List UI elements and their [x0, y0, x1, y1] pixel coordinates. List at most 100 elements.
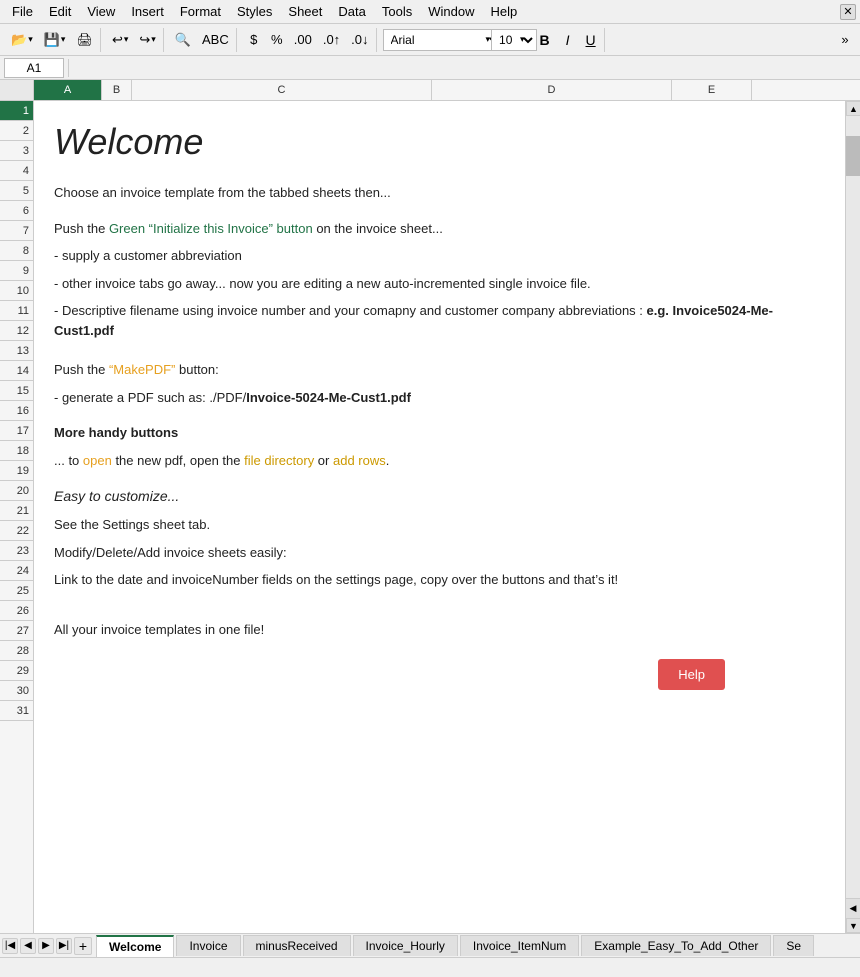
col-header-D[interactable]: D	[432, 80, 672, 100]
decimal-button[interactable]: .00	[289, 28, 317, 52]
find-button[interactable]: 🔍	[170, 28, 196, 52]
menu-view[interactable]: View	[79, 2, 123, 21]
tab-minus-received[interactable]: minusReceived	[243, 935, 351, 956]
col-header-B[interactable]: B	[102, 80, 132, 100]
row-header-10[interactable]: 10	[0, 281, 33, 301]
tab-invoice-hourly[interactable]: Invoice_Hourly	[353, 935, 458, 956]
more-toolbar-button[interactable]: »	[834, 28, 856, 52]
menu-file[interactable]: File	[4, 2, 41, 21]
tab-last-button[interactable]: ▶|	[56, 938, 72, 954]
row-header-31[interactable]: 31	[0, 701, 33, 721]
row-header-29[interactable]: 29	[0, 661, 33, 681]
all-templates-section: All your invoice templates in one file!	[54, 620, 825, 640]
row-header-2[interactable]: 2	[0, 121, 33, 141]
menu-format[interactable]: Format	[172, 2, 229, 21]
bullet1-text: - supply a customer abbreviation	[54, 246, 825, 266]
font-size-select[interactable]: 10	[491, 29, 537, 51]
row-header-27[interactable]: 27	[0, 621, 33, 641]
font-select[interactable]: Arial	[383, 29, 503, 51]
section1: Push the Green “Initialize this Invoice”…	[54, 219, 825, 341]
row-header-11[interactable]: 11	[0, 301, 33, 321]
close-button[interactable]: ✕	[840, 4, 856, 20]
row-header-8[interactable]: 8	[0, 241, 33, 261]
row-header-30[interactable]: 30	[0, 681, 33, 701]
menu-tools[interactable]: Tools	[374, 2, 420, 21]
row-header-24[interactable]: 24	[0, 561, 33, 581]
handy-text: ... to open the new pdf, open the file d…	[54, 451, 825, 471]
row-header-21[interactable]: 21	[0, 501, 33, 521]
section2: Push the “MakePDF” button: - generate a …	[54, 360, 825, 407]
help-button[interactable]: Help	[658, 659, 725, 690]
italic-button[interactable]: I	[557, 28, 579, 52]
row-header-7[interactable]: 7	[0, 221, 33, 241]
row-header-14[interactable]: 14	[0, 361, 33, 381]
row-header-16[interactable]: 16	[0, 401, 33, 421]
scroll-down-button[interactable]: ▼	[846, 918, 860, 933]
row-header-19[interactable]: 19	[0, 461, 33, 481]
print-button[interactable]: 🖨	[71, 28, 98, 52]
row-header-9[interactable]: 9	[0, 261, 33, 281]
bullet4-text: - generate a PDF such as: ./PDF/Invoice-…	[54, 388, 825, 408]
row-header-26[interactable]: 26	[0, 601, 33, 621]
col-header-E[interactable]: E	[672, 80, 752, 100]
bullet3-text: - Descriptive filename using invoice num…	[54, 301, 825, 340]
row-header-23[interactable]: 23	[0, 541, 33, 561]
spelling-button[interactable]: ABC	[197, 28, 234, 52]
undo-button[interactable]: ↩▾	[107, 28, 133, 52]
scroll-track[interactable]	[846, 116, 860, 898]
row-header-13[interactable]: 13	[0, 341, 33, 361]
row-header-20[interactable]: 20	[0, 481, 33, 501]
easy-heading: Easy to customize...	[54, 486, 825, 507]
scroll-up-button[interactable]: ▲	[846, 101, 860, 116]
bold-button[interactable]: B	[534, 28, 556, 52]
tab-prev-button[interactable]: ◀	[20, 938, 36, 954]
redo-button[interactable]: ↪▾	[134, 28, 160, 52]
menu-window[interactable]: Window	[420, 2, 482, 21]
percent-button[interactable]: %	[266, 28, 288, 52]
tab-se[interactable]: Se	[773, 935, 814, 956]
menu-styles[interactable]: Styles	[229, 2, 280, 21]
tab-example-easy[interactable]: Example_Easy_To_Add_Other	[581, 935, 771, 956]
save-button[interactable]: 💾▾	[39, 28, 71, 52]
open-button[interactable]: 📂▾	[6, 28, 38, 52]
menu-insert[interactable]: Insert	[123, 2, 172, 21]
row-header-18[interactable]: 18	[0, 441, 33, 461]
decimal-remove-button[interactable]: .0↓	[346, 28, 373, 52]
tab-invoice[interactable]: Invoice	[176, 935, 240, 956]
row-header-5[interactable]: 5	[0, 181, 33, 201]
row-header-4[interactable]: 4	[0, 161, 33, 181]
file-toolbar-group: 📂▾ 💾▾ 🖨	[4, 28, 101, 52]
add-sheet-button[interactable]: +	[74, 937, 92, 955]
format-toolbar-group: $ % .00 .0↑ .0↓	[241, 28, 377, 52]
open-link: open	[83, 453, 112, 468]
modify-text: Modify/Delete/Add invoice sheets easily:	[54, 543, 825, 563]
row-header-17[interactable]: 17	[0, 421, 33, 441]
currency-button[interactable]: $	[243, 28, 265, 52]
scroll-thumb[interactable]	[846, 136, 860, 176]
row-header-22[interactable]: 22	[0, 521, 33, 541]
menu-data[interactable]: Data	[330, 2, 373, 21]
tab-invoice-itemnum[interactable]: Invoice_ItemNum	[460, 935, 579, 956]
tab-next-button[interactable]: ▶	[38, 938, 54, 954]
name-box[interactable]	[4, 58, 64, 78]
row-header-12[interactable]: 12	[0, 321, 33, 341]
resize-handle[interactable]: ◀	[846, 898, 860, 918]
row-header-25[interactable]: 25	[0, 581, 33, 601]
tab-welcome[interactable]: Welcome	[96, 935, 174, 957]
col-header-C[interactable]: C	[132, 80, 432, 100]
row-header-6[interactable]: 6	[0, 201, 33, 221]
menu-edit[interactable]: Edit	[41, 2, 79, 21]
row-header-28[interactable]: 28	[0, 641, 33, 661]
tab-first-button[interactable]: |◀	[2, 938, 18, 954]
row-header-1[interactable]: 1	[0, 101, 33, 121]
intro-section: Choose an invoice template from the tabb…	[54, 183, 825, 203]
menu-help[interactable]: Help	[482, 2, 525, 21]
underline-button[interactable]: U	[580, 28, 602, 52]
menu-sheet[interactable]: Sheet	[280, 2, 330, 21]
right-scrollbar: ▲ ◀ ▼	[845, 101, 860, 933]
decimal-add-button[interactable]: .0↑	[318, 28, 345, 52]
row-header-3[interactable]: 3	[0, 141, 33, 161]
col-header-A[interactable]: A	[34, 80, 102, 100]
link-text: Link to the date and invoiceNumber field…	[54, 570, 825, 590]
row-header-15[interactable]: 15	[0, 381, 33, 401]
